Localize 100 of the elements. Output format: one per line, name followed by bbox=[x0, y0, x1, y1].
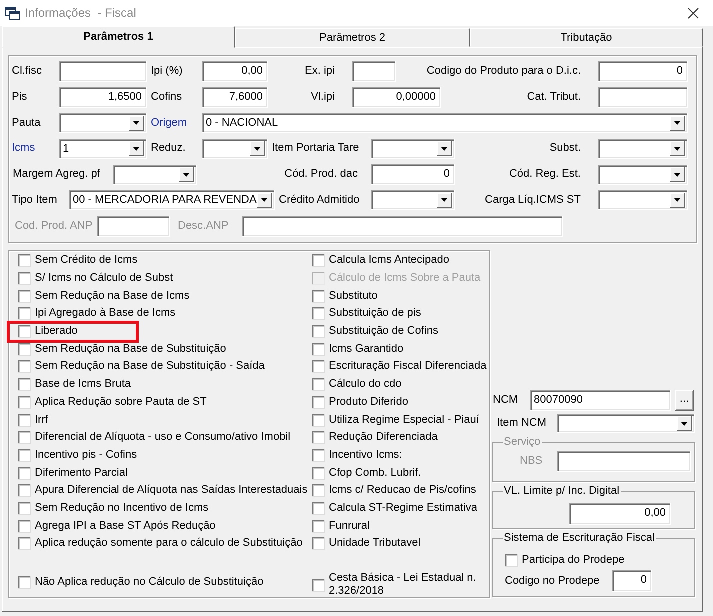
checkbox[interactable] bbox=[18, 325, 31, 338]
checkbox[interactable] bbox=[18, 502, 31, 515]
checkbox[interactable] bbox=[312, 578, 325, 592]
checkbox[interactable] bbox=[18, 448, 31, 462]
text-field[interactable] bbox=[352, 61, 396, 82]
checkbox[interactable] bbox=[18, 520, 31, 533]
tab[interactable]: Parâmetros 2 bbox=[235, 28, 470, 47]
checkbox[interactable] bbox=[18, 254, 31, 268]
caret-down-icon bbox=[183, 172, 190, 177]
dropdown-button[interactable] bbox=[179, 167, 194, 182]
checkbox[interactable] bbox=[312, 307, 325, 320]
checkbox[interactable] bbox=[18, 272, 31, 286]
field-label[interactable]: Icms bbox=[12, 142, 36, 156]
checkbox-label: Unidade Tributavel bbox=[329, 537, 421, 550]
dropdown-button[interactable] bbox=[670, 167, 685, 182]
dropdown[interactable] bbox=[598, 138, 688, 159]
close-icon[interactable] bbox=[688, 8, 699, 18]
checkbox[interactable] bbox=[312, 396, 325, 409]
checkbox[interactable] bbox=[312, 502, 325, 515]
checkbox[interactable] bbox=[505, 554, 518, 566]
dropdown[interactable] bbox=[557, 414, 695, 433]
text-field[interactable] bbox=[598, 86, 688, 108]
dropdown-button[interactable] bbox=[257, 192, 272, 208]
text-field[interactable] bbox=[242, 216, 563, 238]
text-field[interactable]: 0 bbox=[371, 164, 455, 186]
checkbox[interactable] bbox=[18, 307, 31, 320]
checkbox[interactable] bbox=[312, 431, 325, 444]
dropdown-button[interactable] bbox=[670, 141, 685, 156]
dropdown-button[interactable] bbox=[129, 116, 144, 131]
dropdown[interactable]: 0 - NACIONAL bbox=[202, 113, 688, 134]
dropdown[interactable] bbox=[598, 190, 688, 210]
dropdown[interactable] bbox=[59, 113, 147, 134]
group-title: VL. Limite p/ Inc. Digital bbox=[503, 485, 621, 498]
dropdown-button[interactable] bbox=[670, 116, 685, 131]
checkbox[interactable] bbox=[312, 342, 325, 356]
text-field[interactable]: 0 bbox=[598, 61, 688, 82]
dropdown-button[interactable] bbox=[437, 192, 452, 208]
dropdown[interactable]: 1 bbox=[59, 138, 147, 159]
checkbox-label: Agrega IPI a Base ST Após Redução bbox=[35, 520, 216, 533]
field-label: Cód. Reg. Est. bbox=[509, 168, 581, 182]
text-field[interactable] bbox=[97, 216, 170, 238]
text-field[interactable]: 0,00 bbox=[569, 503, 671, 525]
text-field[interactable]: 0,00000 bbox=[352, 86, 441, 108]
tab[interactable]: Parâmetros 1 bbox=[2, 26, 235, 48]
dropdown[interactable] bbox=[202, 138, 268, 159]
dropdown-button[interactable] bbox=[437, 141, 452, 156]
checkbox[interactable] bbox=[18, 378, 31, 392]
checkbox[interactable] bbox=[312, 378, 325, 392]
text-field[interactable]: 7,6000 bbox=[202, 86, 268, 108]
dropdown[interactable] bbox=[598, 164, 688, 185]
dropdown-button[interactable] bbox=[129, 141, 144, 156]
checkbox[interactable] bbox=[18, 342, 31, 356]
checkbox-label: Funrural bbox=[329, 520, 370, 533]
checkbox[interactable] bbox=[18, 576, 31, 590]
field-label: Ex. ipi bbox=[305, 65, 335, 78]
checkbox[interactable] bbox=[18, 396, 31, 409]
dropdown[interactable] bbox=[113, 164, 197, 185]
window-icon bbox=[5, 6, 20, 20]
group-title: Sistema de Escrituração Fiscal bbox=[503, 532, 656, 545]
dropdown-button[interactable] bbox=[250, 141, 265, 156]
browse-button[interactable]: ... bbox=[675, 390, 694, 411]
field-label: Cat. Tribut. bbox=[527, 90, 581, 104]
dropdown-button[interactable] bbox=[670, 192, 685, 208]
text-field[interactable] bbox=[59, 61, 147, 82]
checkbox[interactable] bbox=[312, 254, 325, 268]
dropdown[interactable] bbox=[371, 190, 455, 210]
checkbox-label: Sem Redução na Base de Substituição - Saída bbox=[35, 360, 265, 374]
field-label: Item NCM bbox=[497, 417, 548, 430]
checkbox[interactable] bbox=[18, 537, 31, 550]
tab[interactable]: Tributação bbox=[470, 28, 703, 47]
text-field[interactable]: 0 bbox=[612, 570, 652, 592]
checkbox-label: Substituto bbox=[329, 290, 378, 303]
checkbox[interactable] bbox=[312, 290, 325, 303]
dropdown[interactable]: 00 - MERCADORIA PARA REVENDA bbox=[69, 190, 275, 210]
text-field[interactable]: 80070090 bbox=[530, 390, 671, 411]
checkbox[interactable] bbox=[18, 360, 31, 374]
checkbox-label: Icms c/ Reducao de Pis/cofins bbox=[329, 484, 476, 498]
checkbox[interactable] bbox=[18, 414, 31, 427]
checkbox[interactable] bbox=[18, 431, 31, 444]
field-label: Cl.fisc bbox=[12, 65, 42, 78]
checkbox-label: Escrituração Fiscal Diferenciada bbox=[329, 360, 487, 374]
checkbox[interactable] bbox=[18, 466, 31, 480]
field-label: Margem Agreg. pf bbox=[13, 168, 100, 182]
checkbox[interactable] bbox=[312, 448, 325, 462]
checkbox[interactable] bbox=[312, 360, 325, 374]
checkbox[interactable] bbox=[312, 484, 325, 498]
checkbox[interactable] bbox=[18, 290, 31, 303]
dropdown[interactable] bbox=[371, 138, 455, 159]
checkbox[interactable] bbox=[312, 537, 325, 550]
field-label: Pis bbox=[12, 90, 28, 104]
checkbox[interactable] bbox=[18, 484, 31, 498]
checkbox[interactable] bbox=[312, 466, 325, 480]
checkbox[interactable] bbox=[312, 414, 325, 427]
checkbox[interactable] bbox=[312, 520, 325, 533]
text-field[interactable]: 0,00 bbox=[202, 61, 268, 82]
checkbox-label: Cesta Básica - Lei Estadual n. 2.326/2018 bbox=[329, 572, 478, 598]
checkbox[interactable] bbox=[312, 325, 325, 338]
text-field[interactable]: 1,6500 bbox=[59, 86, 147, 108]
dropdown-button[interactable] bbox=[677, 416, 692, 431]
field-label[interactable]: Origem bbox=[151, 116, 188, 130]
